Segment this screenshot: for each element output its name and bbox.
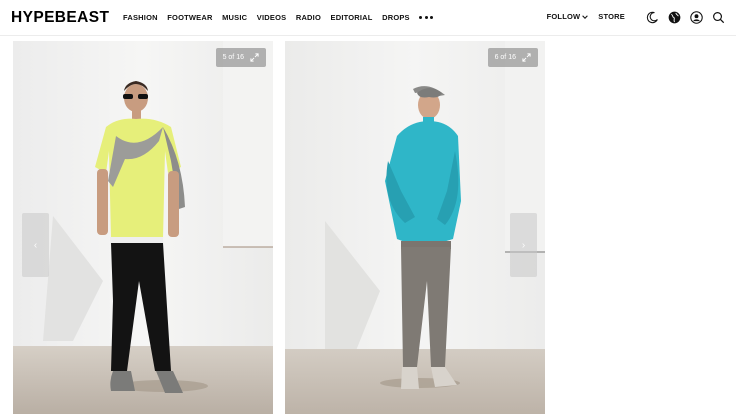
gallery-slide[interactable]: 6 of 16 › (285, 41, 545, 414)
lookbook-photo (13, 41, 273, 414)
moon-icon[interactable] (645, 10, 659, 24)
nav-footwear[interactable]: FOOTWEAR (167, 12, 212, 23)
nav-videos[interactable]: VIDEOS (257, 12, 287, 23)
slide-counter: 6 of 16 (487, 48, 538, 67)
gallery-slide[interactable]: 5 of 16 ‹ (13, 41, 273, 414)
nav-drops[interactable]: DROPS (382, 12, 410, 23)
nav-editorial[interactable]: EDITORIAL (331, 12, 373, 23)
follow-label: FOLLOW (546, 12, 581, 21)
expand-icon[interactable] (250, 53, 259, 62)
main-nav: FASHION FOOTWEAR MUSIC VIDEOS RADIO EDIT… (123, 12, 434, 23)
chevron-right-icon: › (521, 239, 526, 251)
nav-radio[interactable]: RADIO (296, 12, 321, 23)
nav-fashion[interactable]: FASHION (123, 12, 158, 23)
prev-slide-button[interactable]: ‹ (22, 213, 49, 277)
search-icon[interactable] (711, 10, 725, 24)
chevron-down-icon (582, 15, 589, 19)
globe-icon[interactable] (667, 10, 681, 24)
slide-counter: 5 of 16 (215, 48, 266, 67)
more-dots-icon[interactable] (419, 12, 434, 23)
site-logo[interactable]: HYPEBEAST (11, 8, 109, 28)
nav-music[interactable]: MUSIC (222, 12, 247, 23)
chevron-left-icon: ‹ (33, 239, 38, 251)
user-icon[interactable] (689, 10, 703, 24)
slide-counter-text: 5 of 16 (222, 54, 244, 61)
store-link[interactable]: STORE (598, 10, 625, 24)
expand-icon[interactable] (522, 53, 531, 62)
next-slide-button[interactable]: › (510, 213, 537, 277)
lookbook-photo (285, 41, 545, 414)
follow-dropdown[interactable]: FOLLOW (547, 10, 589, 24)
site-header: HYPEBEAST FASHION FOOTWEAR MUSIC VIDEOS … (0, 0, 736, 36)
slide-counter-text: 6 of 16 (494, 54, 516, 61)
header-actions: FOLLOW STORE (547, 10, 725, 24)
